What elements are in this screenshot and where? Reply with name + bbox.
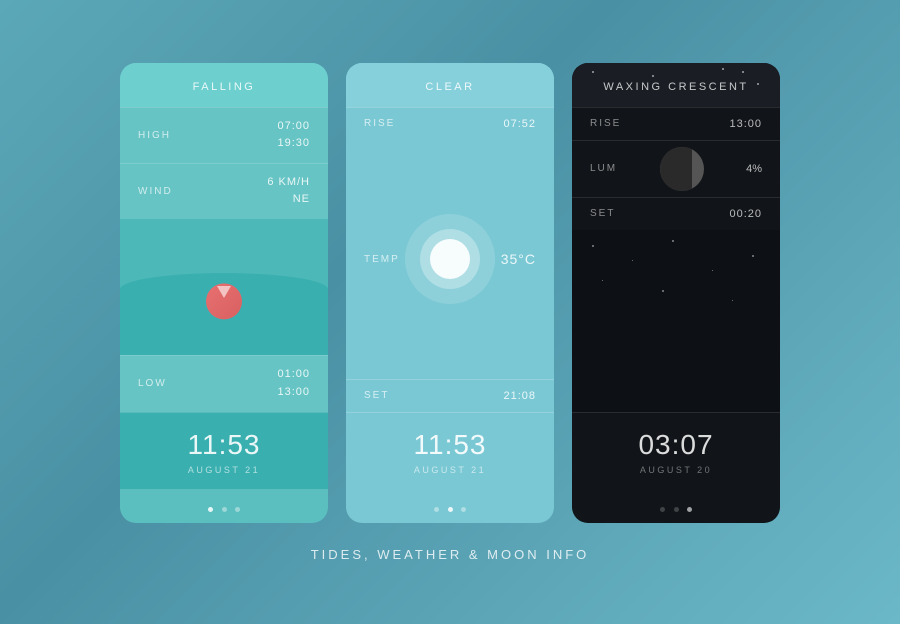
tide-marker xyxy=(217,286,231,298)
dot-1 xyxy=(434,507,439,512)
moon-card: WAXING CRESCENT RISE 13:00 LUM 4% SET 00… xyxy=(572,63,780,523)
sun-glow xyxy=(405,214,495,304)
moon-time: 03:07 xyxy=(572,429,780,461)
weather-set-value: 21:08 xyxy=(503,390,536,402)
weather-temp-display: 35°C xyxy=(501,251,536,267)
moon-rise-label: RISE xyxy=(590,118,621,129)
tides-low-label: LOW xyxy=(138,378,167,389)
dot-2 xyxy=(674,507,679,512)
dot-3 xyxy=(687,507,692,512)
moon-rise-value: 13:00 xyxy=(729,118,762,130)
star-2 xyxy=(652,75,654,77)
moon-title: WAXING CRESCENT xyxy=(572,81,780,93)
tides-wind-values: 6 KM/H NE xyxy=(267,174,310,209)
moon-header: WAXING CRESCENT xyxy=(572,63,780,107)
weather-set-row: SET 21:08 xyxy=(346,379,554,412)
weather-card: CLEAR RISE 07:52 35°C TEMP SET 21:08 11:… xyxy=(346,63,554,523)
bg-star-2 xyxy=(632,260,633,261)
sun-inner xyxy=(420,229,480,289)
moon-lum-value: 4% xyxy=(746,163,762,175)
page-title: TIDES, WEATHER & MOON INFO xyxy=(311,547,590,562)
tides-header: FALLING xyxy=(120,63,328,107)
bg-star-7 xyxy=(662,290,664,292)
tides-time: 11:53 xyxy=(120,429,328,461)
weather-temp-label: TEMP xyxy=(364,254,400,265)
tides-high-label: HIGH xyxy=(138,130,171,141)
moon-lum-label: LUM xyxy=(590,163,617,174)
weather-rise-row: RISE 07:52 xyxy=(346,107,554,140)
weather-rise-value: 07:52 xyxy=(503,118,536,130)
star-5 xyxy=(742,71,744,73)
moon-footer: 03:07 AUGUST 20 xyxy=(572,412,780,489)
bg-star-8 xyxy=(732,300,733,301)
weather-rise-label: RISE xyxy=(364,118,395,129)
moon-date: AUGUST 20 xyxy=(572,465,780,475)
weather-time: 11:53 xyxy=(346,429,554,461)
dot-3 xyxy=(461,507,466,512)
dot-2 xyxy=(222,507,227,512)
weather-visual: 35°C TEMP xyxy=(346,140,554,379)
moon-shadow xyxy=(660,147,692,191)
moon-rise-row: RISE 13:00 xyxy=(572,107,780,140)
star-3 xyxy=(722,68,724,70)
tides-title: FALLING xyxy=(120,81,328,93)
tides-card: FALLING HIGH 07:00 19:30 WIND 6 KM/H NE … xyxy=(120,63,328,523)
bg-star-4 xyxy=(712,270,713,271)
moon-circle xyxy=(660,147,704,191)
tides-high-row: HIGH 07:00 19:30 xyxy=(120,107,328,163)
dot-3 xyxy=(235,507,240,512)
moon-lum-row: LUM 4% xyxy=(572,140,780,197)
moon-stars-area xyxy=(572,230,780,412)
tides-wind-row: WIND 6 KM/H NE xyxy=(120,163,328,219)
tides-wind-label: WIND xyxy=(138,186,173,197)
tides-high-values: 07:00 19:30 xyxy=(277,118,310,153)
star-1 xyxy=(592,71,594,73)
moon-dots xyxy=(572,489,780,523)
moon-set-value: 00:20 xyxy=(729,208,762,220)
sun-core xyxy=(430,239,470,279)
weather-header: CLEAR xyxy=(346,63,554,107)
dot-2 xyxy=(448,507,453,512)
cards-container: FALLING HIGH 07:00 19:30 WIND 6 KM/H NE … xyxy=(120,63,780,523)
bg-star-3 xyxy=(672,240,674,242)
weather-dots xyxy=(346,489,554,523)
bg-star-1 xyxy=(592,245,594,247)
tides-low-values: 01:00 13:00 xyxy=(277,366,310,401)
weather-title: CLEAR xyxy=(346,81,554,93)
tides-footer: 11:53 AUGUST 21 xyxy=(120,412,328,489)
tides-low-row: LOW 01:00 13:00 xyxy=(120,355,328,411)
weather-date: AUGUST 21 xyxy=(346,465,554,475)
star-4 xyxy=(757,83,759,85)
bg-star-5 xyxy=(752,255,754,257)
tides-visual xyxy=(120,219,328,355)
weather-set-label: SET xyxy=(364,390,389,401)
dot-1 xyxy=(208,507,213,512)
bg-star-6 xyxy=(602,280,603,281)
weather-footer: 11:53 AUGUST 21 xyxy=(346,412,554,489)
dot-1 xyxy=(660,507,665,512)
moon-set-label: SET xyxy=(590,208,615,219)
moon-set-row: SET 00:20 xyxy=(572,197,780,230)
tides-date: AUGUST 21 xyxy=(120,465,328,475)
tides-dots xyxy=(120,489,328,523)
moon-icon xyxy=(660,147,704,191)
